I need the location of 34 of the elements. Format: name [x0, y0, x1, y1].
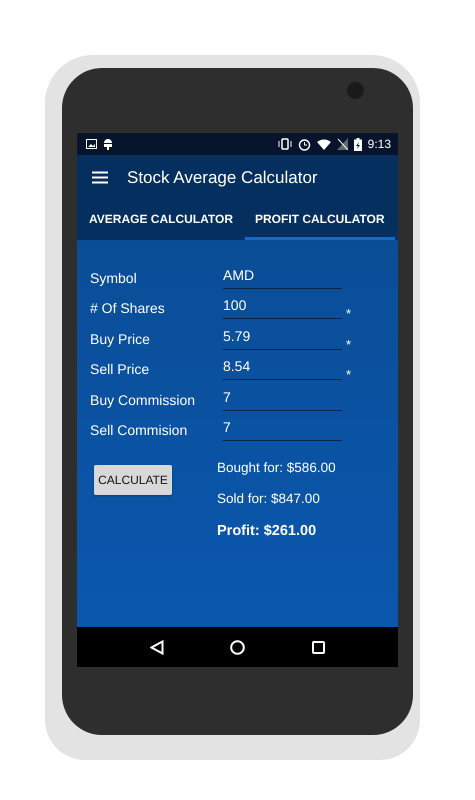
- input-field[interactable]: 7: [223, 419, 342, 441]
- field-label: Buy Price: [90, 330, 151, 349]
- app-title: Stock Average Calculator: [127, 168, 318, 188]
- vibrate-icon: [278, 138, 292, 150]
- field-label: Sell Commision: [90, 422, 188, 440]
- home-icon[interactable]: [230, 640, 246, 654]
- field-label: Symbol: [90, 270, 138, 288]
- menu-icon[interactable]: [92, 171, 108, 184]
- input-field[interactable]: 7: [223, 388, 342, 410]
- clock-time: 9:13: [368, 137, 391, 151]
- profit-total: Profit: $261.00: [217, 523, 318, 539]
- result-text: Bought for: $586.00: [217, 460, 336, 476]
- tab[interactable]: PROFIT CALCULATOR: [245, 200, 395, 240]
- required-mark: *: [346, 367, 352, 382]
- field-label: # Of Shares: [90, 300, 166, 318]
- input-field[interactable]: 5.79: [223, 328, 342, 350]
- required-mark: *: [346, 306, 352, 321]
- image-icon: [86, 139, 97, 149]
- input-field[interactable]: 8.54: [223, 358, 342, 380]
- input-field[interactable]: 100: [223, 297, 342, 319]
- battery-icon: [354, 138, 362, 150]
- signal-icon: [336, 138, 348, 150]
- wifi-icon: [316, 138, 331, 150]
- calculate-button[interactable]: CALCULATE: [94, 465, 172, 495]
- result-text: Sold for: $847.00: [217, 491, 321, 507]
- input-field[interactable]: AMD: [223, 266, 342, 288]
- recents-icon[interactable]: [312, 640, 325, 654]
- android-icon: [103, 138, 113, 150]
- back-icon[interactable]: [150, 640, 164, 654]
- required-mark: *: [346, 336, 352, 352]
- field-label: Sell Price: [90, 361, 150, 379]
- alarm-icon: [298, 138, 311, 150]
- tab[interactable]: AVERAGE CALCULATOR: [85, 200, 237, 240]
- field-label: Buy Commission: [90, 392, 196, 410]
